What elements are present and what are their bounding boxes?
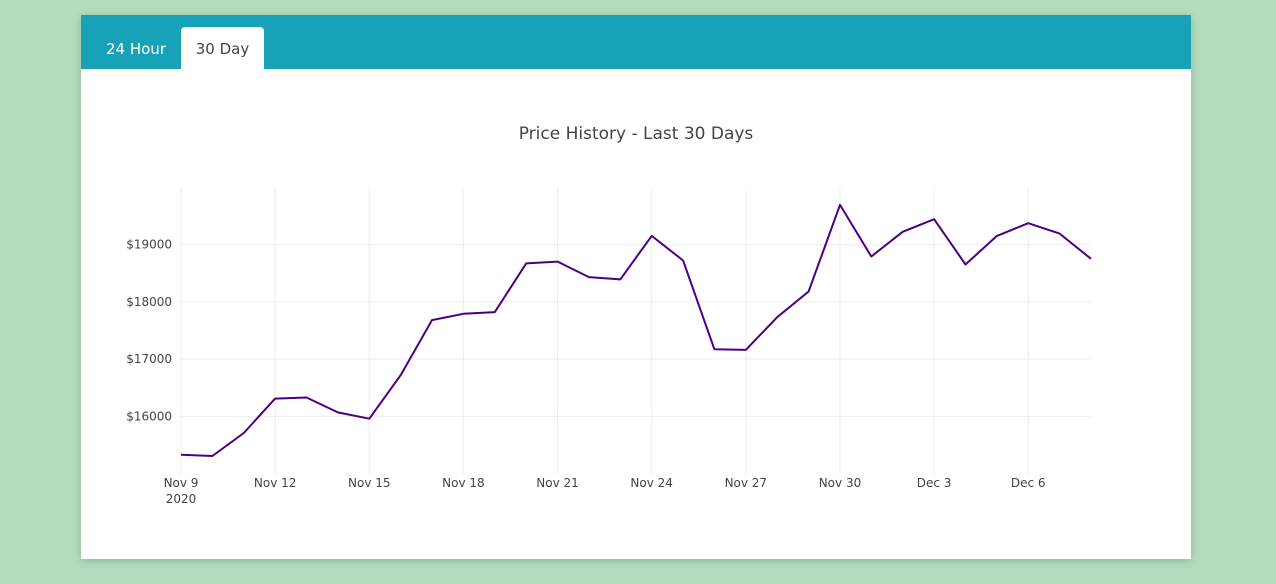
x-tick-label: Nov 15	[348, 476, 391, 490]
price-point	[995, 234, 999, 238]
price-point	[305, 395, 309, 399]
price-point	[587, 275, 591, 279]
x-tick-label: Dec 3	[917, 476, 952, 490]
tab-30-day[interactable]: 30 Day	[181, 27, 264, 69]
price-point	[963, 263, 967, 267]
x-tick-label: Nov 21	[536, 476, 579, 490]
price-point	[179, 453, 183, 457]
price-point	[807, 289, 811, 293]
tab-bar: 24 Hour 30 Day	[81, 15, 1191, 69]
x-tick-label: Nov 27	[725, 476, 768, 490]
price-point	[430, 318, 434, 322]
price-point	[273, 397, 277, 401]
price-point	[210, 454, 214, 458]
price-point	[461, 312, 465, 316]
x-tick-label: Nov 24	[630, 476, 673, 490]
price-point	[838, 203, 842, 207]
price-point	[493, 310, 497, 314]
chart-title: Price History - Last 30 Days	[519, 124, 754, 144]
price-point	[1026, 221, 1030, 225]
y-tick-label: $18000	[126, 295, 172, 309]
price-point	[242, 431, 246, 435]
series-layer	[179, 203, 1093, 458]
price-point	[744, 348, 748, 352]
y-axis-ticks: $16000 $17000 $18000 $19000	[126, 237, 172, 423]
price-point	[650, 234, 654, 238]
price-point	[681, 259, 685, 263]
price-point	[556, 260, 560, 264]
x-tick-year-label: 2020	[166, 492, 197, 506]
price-point	[712, 347, 716, 351]
price-history-card: 24 Hour 30 Day Price History - Last 30 D…	[81, 15, 1191, 559]
price-point	[618, 277, 622, 281]
y-gridlines	[181, 243, 1091, 417]
x-tick-label: Dec 6	[1011, 476, 1046, 490]
price-point	[367, 417, 371, 421]
x-tick-label: Nov 18	[442, 476, 485, 490]
y-tick-label: $19000	[126, 237, 172, 251]
price-point	[399, 373, 403, 377]
price-point	[336, 410, 340, 414]
price-point	[524, 261, 528, 265]
x-tick-label: Nov 12	[254, 476, 297, 490]
x-tick-label: Nov 9	[164, 476, 199, 490]
y-tick-label: $16000	[126, 409, 172, 423]
price-point	[775, 315, 779, 319]
price-point	[1058, 232, 1062, 236]
y-tick-label: $17000	[126, 352, 172, 366]
price-point	[901, 230, 905, 234]
price-point	[869, 254, 873, 258]
x-axis-ticks: Nov 9 2020 Nov 12 Nov 15 Nov 18 Nov 21 Nov 24 N…	[164, 476, 1046, 506]
price-history-chart: Price History - Last 30 Days $16000 $1700…	[126, 124, 1093, 506]
price-point	[1089, 257, 1093, 261]
tab-24-hour[interactable]: 24 Hour	[93, 27, 179, 69]
price-series-line	[180, 203, 1092, 457]
price-point	[932, 217, 936, 221]
x-tick-label: Nov 30	[819, 476, 862, 490]
